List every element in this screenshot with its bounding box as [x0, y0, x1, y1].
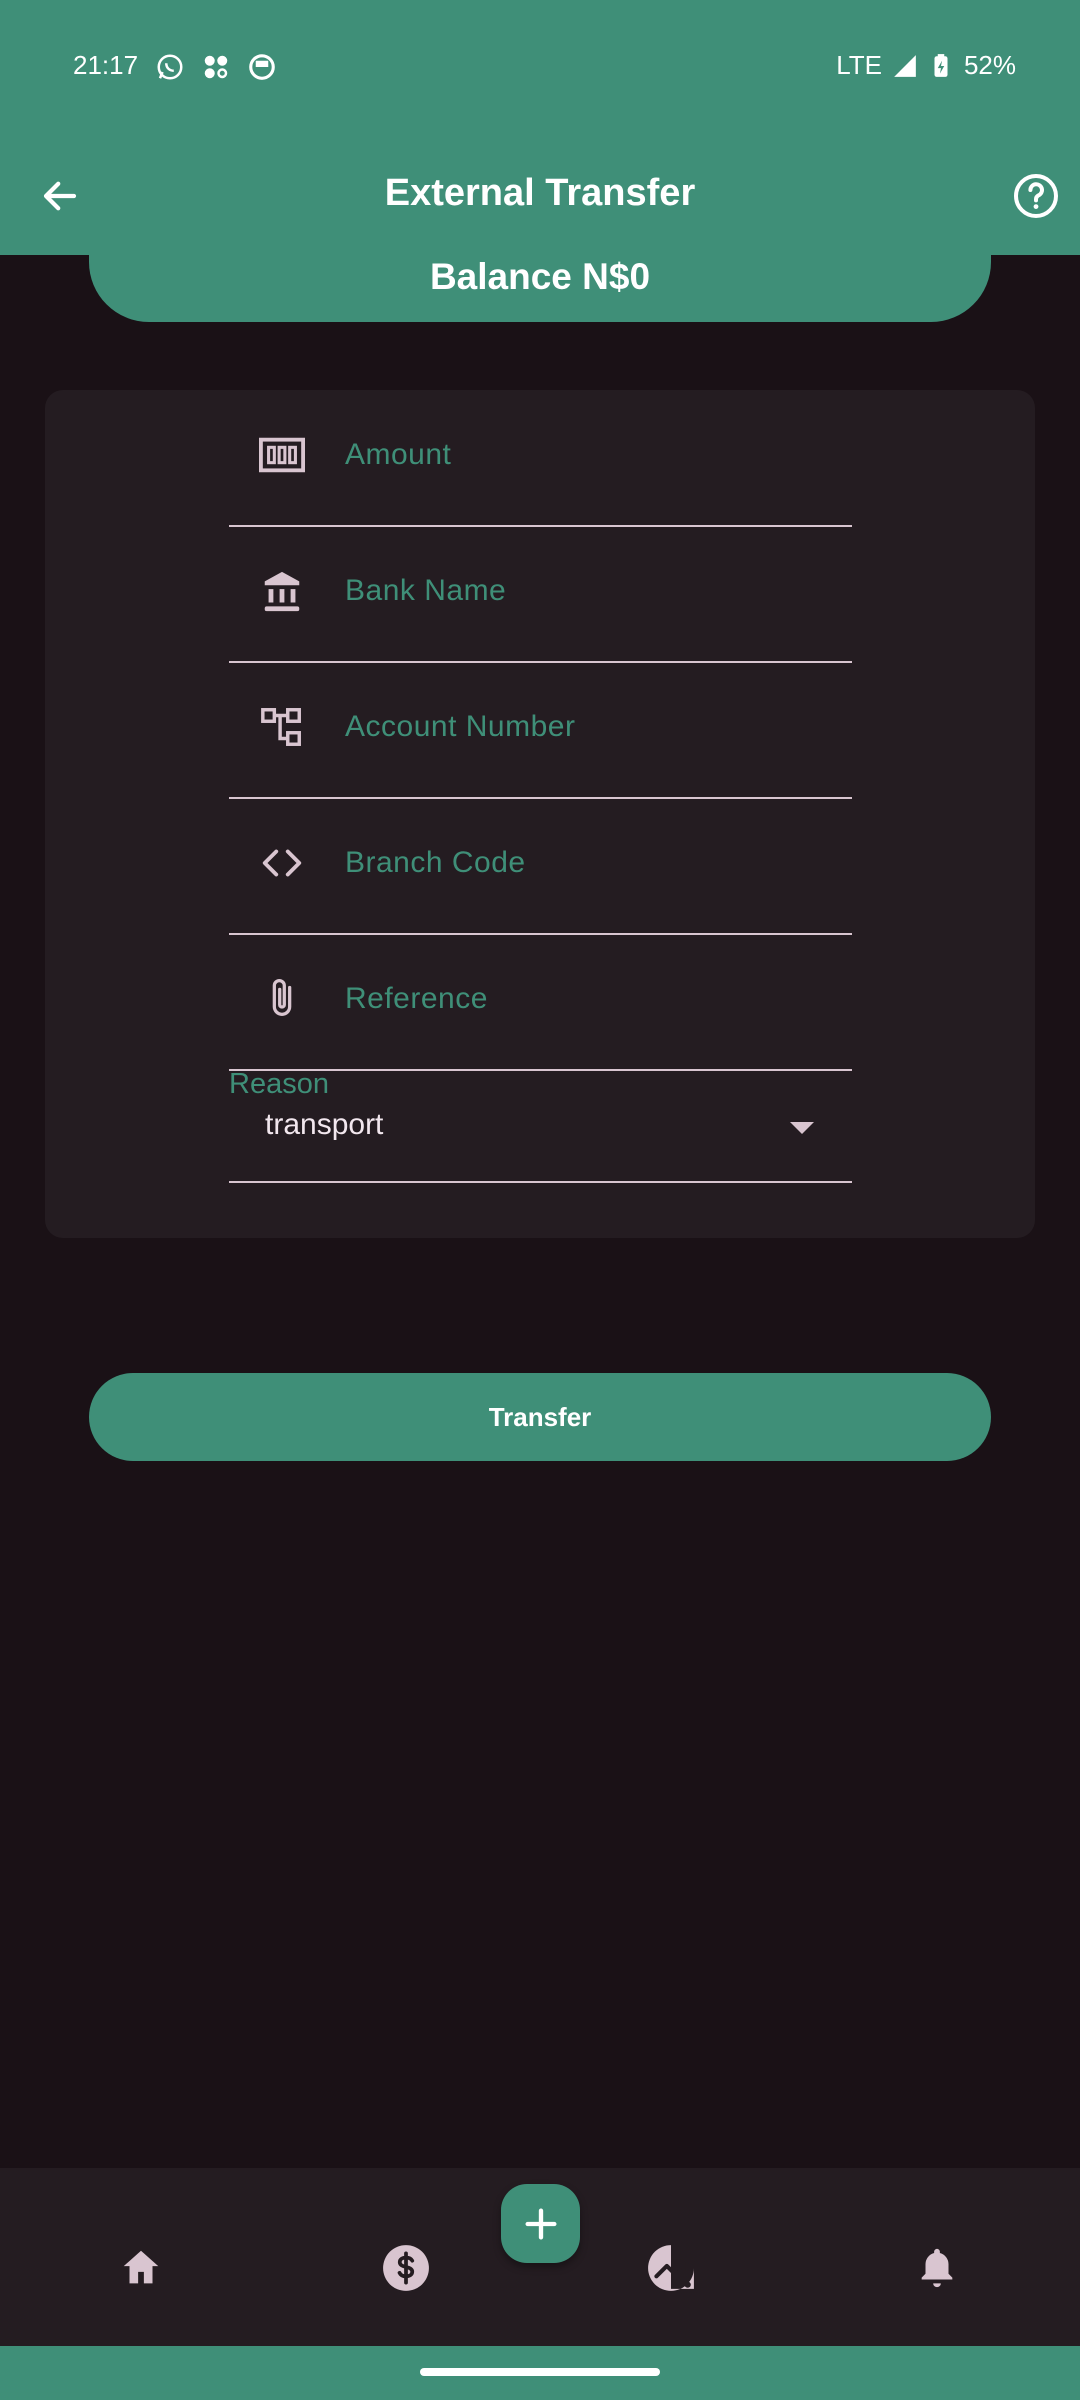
nav-payments[interactable]	[376, 2238, 436, 2298]
account-number-field[interactable]: Account Number	[229, 662, 852, 799]
account-number-label: Account Number	[345, 710, 576, 743]
amount-field[interactable]: Amount	[229, 390, 852, 527]
battery-icon	[934, 53, 948, 77]
nav-analytics[interactable]	[641, 2238, 701, 2298]
nav-home[interactable]	[111, 2238, 171, 2298]
network-label: LTE	[836, 50, 882, 80]
home-icon	[123, 2250, 159, 2284]
transfer-form: Amount Bank Name Account Number Branch C…	[45, 390, 1035, 1238]
bank-icon	[257, 566, 307, 616]
branch-code-label: Branch Code	[345, 846, 526, 879]
bank-name-label: Bank Name	[345, 574, 507, 607]
reason-dropdown[interactable]: Reason transport	[229, 1068, 852, 1183]
help-button[interactable]	[1008, 168, 1064, 224]
battery-level: 52%	[963, 50, 1016, 80]
notification-icons	[155, 52, 277, 82]
page-title: External Transfer	[384, 172, 696, 214]
reference-label: Reference	[345, 982, 488, 1015]
signal-icon	[894, 54, 916, 77]
home-indicator[interactable]	[420, 2368, 660, 2376]
account-tree-icon	[257, 702, 307, 752]
reason-value: transport	[265, 1108, 384, 1141]
branch-code-field[interactable]: Branch Code	[229, 798, 852, 935]
bell-icon	[921, 2248, 953, 2288]
music-icon	[204, 55, 228, 79]
nav-notifications[interactable]	[907, 2238, 967, 2298]
attachment-icon	[257, 974, 307, 1024]
dropdown-arrow-icon	[790, 1122, 814, 1134]
dollar-icon	[383, 2245, 429, 2291]
status-right: LTE 52%	[836, 50, 1016, 81]
balance-text: Balance N$0	[429, 256, 651, 297]
status-bar: 21:17 LTE 52%	[0, 0, 1080, 130]
bank-name-field[interactable]: Bank Name	[229, 526, 852, 663]
help-circle-icon	[1014, 174, 1058, 218]
code-icon	[257, 838, 307, 888]
reason-label: Reason	[229, 1068, 329, 1100]
money-icon	[257, 430, 307, 480]
transfer-button[interactable]: Transfer	[89, 1373, 991, 1461]
status-time: 21:17	[73, 50, 139, 80]
balance-card: Balance N$0	[89, 247, 991, 322]
whatsapp-icon	[157, 54, 183, 80]
plus-icon	[525, 2208, 556, 2239]
app-icon	[249, 54, 275, 80]
app-bar: External Transfer	[0, 130, 1080, 255]
amount-label: Amount	[345, 438, 452, 471]
gesture-bar	[0, 2346, 1080, 2400]
trending-icon	[648, 2245, 694, 2291]
add-fab-button[interactable]	[501, 2184, 580, 2263]
reference-field[interactable]: Reference	[229, 934, 852, 1071]
